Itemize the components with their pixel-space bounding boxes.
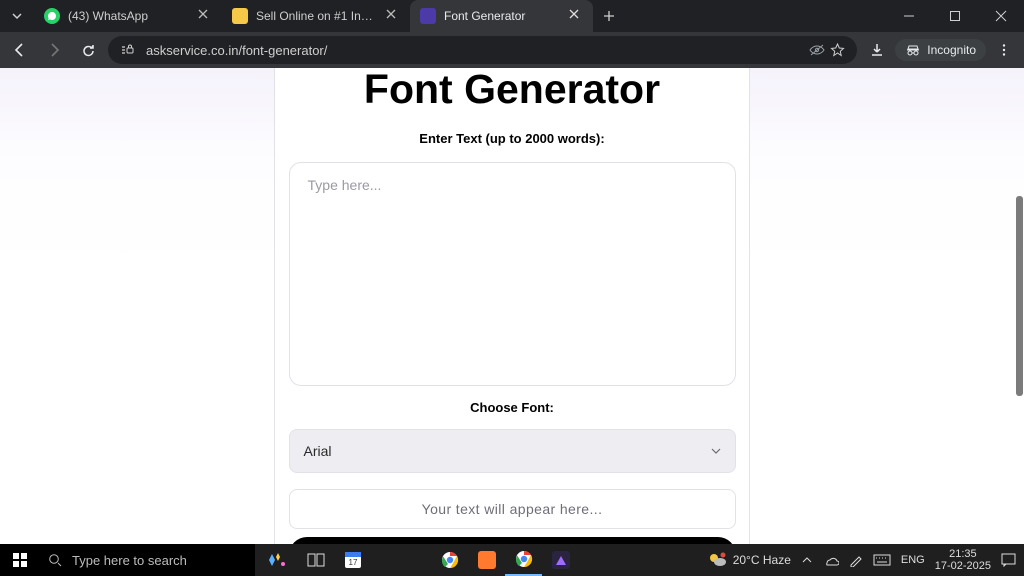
system-tray: 20°C Haze ENG 21:35 17-02-2025 — [707, 544, 1024, 576]
chrome-active-icon[interactable] — [505, 544, 542, 576]
output-preview: Your text will appear here... — [289, 489, 736, 529]
page-viewport: Font Generator Enter Text (up to 2000 wo… — [0, 68, 1024, 576]
close-window-button[interactable] — [978, 0, 1024, 32]
stylus-icon[interactable] — [849, 553, 863, 567]
eye-off-icon[interactable] — [808, 43, 826, 57]
window-controls — [886, 0, 1024, 32]
incognito-icon — [905, 44, 921, 56]
taskbar: Type here to search 17 20°C Haze ENG 21:… — [0, 544, 1024, 576]
site-icon — [420, 8, 436, 24]
svg-text:17: 17 — [348, 558, 357, 567]
tab-label: Sell Online on #1 Instant Delive — [256, 9, 378, 23]
close-icon[interactable] — [569, 9, 583, 23]
url-text: askservice.co.in/font-generator/ — [146, 43, 800, 58]
app-purple-icon[interactable] — [542, 544, 579, 576]
tray-chevron-icon[interactable] — [801, 554, 813, 566]
titlebar: (43) WhatsApp Sell Online on #1 Instant … — [0, 0, 1024, 32]
reload-button[interactable] — [74, 36, 102, 64]
incognito-label: Incognito — [927, 43, 976, 57]
whatsapp-icon — [44, 8, 60, 24]
search-icon — [48, 553, 62, 567]
task-view-icon[interactable] — [297, 544, 334, 576]
weather-icon — [707, 552, 727, 568]
back-button[interactable] — [6, 36, 34, 64]
incognito-badge[interactable]: Incognito — [895, 39, 986, 61]
keyboard-icon[interactable] — [873, 554, 891, 566]
search-placeholder: Type here to search — [72, 553, 187, 568]
tab-search-dropdown[interactable] — [0, 0, 34, 32]
selected-font-value: Arial — [304, 443, 332, 459]
url-box[interactable]: askservice.co.in/font-generator/ — [108, 36, 857, 64]
onedrive-icon[interactable] — [823, 554, 839, 566]
enter-text-label: Enter Text (up to 2000 words): — [419, 131, 604, 146]
start-button[interactable] — [0, 544, 40, 576]
clock-time: 21:35 — [935, 548, 991, 560]
text-input[interactable] — [289, 162, 736, 386]
close-icon[interactable] — [386, 9, 400, 23]
clock-date: 17-02-2025 — [935, 560, 991, 572]
weather-widget[interactable]: 20°C Haze — [707, 552, 791, 568]
language-indicator[interactable]: ENG — [901, 554, 925, 566]
sell-icon — [232, 8, 248, 24]
copilot-icon[interactable] — [255, 551, 297, 569]
notifications-icon[interactable] — [1001, 553, 1016, 567]
bookmark-star-icon[interactable] — [830, 43, 845, 58]
page-title: Font Generator — [364, 68, 660, 113]
font-select[interactable]: Arial — [289, 429, 736, 473]
tab-whatsapp[interactable]: (43) WhatsApp — [34, 0, 222, 32]
close-icon[interactable] — [198, 9, 212, 23]
kebab-menu-icon[interactable] — [990, 36, 1018, 64]
site-info-icon[interactable] — [120, 43, 138, 57]
forward-button[interactable] — [40, 36, 68, 64]
downloads-icon[interactable] — [863, 36, 891, 64]
tab-label: (43) WhatsApp — [68, 9, 190, 23]
tab-sell-online[interactable]: Sell Online on #1 Instant Delive — [222, 0, 410, 32]
weather-text: 20°C Haze — [733, 553, 791, 567]
generator-card: Font Generator Enter Text (up to 2000 wo… — [274, 68, 750, 576]
chevron-down-icon — [710, 445, 722, 457]
taskbar-search[interactable]: Type here to search — [40, 544, 255, 576]
new-tab-button[interactable] — [593, 0, 625, 32]
maximize-button[interactable] — [932, 0, 978, 32]
calendar-app-icon[interactable]: 17 — [334, 544, 371, 576]
chrome-app-icon[interactable] — [431, 544, 468, 576]
choose-font-label: Choose Font: — [470, 400, 554, 415]
task-icons: 17 — [297, 544, 579, 576]
taskbar-clock[interactable]: 21:35 17-02-2025 — [935, 548, 991, 572]
app-orange-icon[interactable] — [468, 544, 505, 576]
scrollbar-thumb[interactable] — [1016, 196, 1023, 396]
tab-label: Font Generator — [444, 9, 561, 23]
address-bar: askservice.co.in/font-generator/ Incogni… — [0, 32, 1024, 68]
tab-font-generator[interactable]: Font Generator — [410, 0, 593, 32]
minimize-button[interactable] — [886, 0, 932, 32]
